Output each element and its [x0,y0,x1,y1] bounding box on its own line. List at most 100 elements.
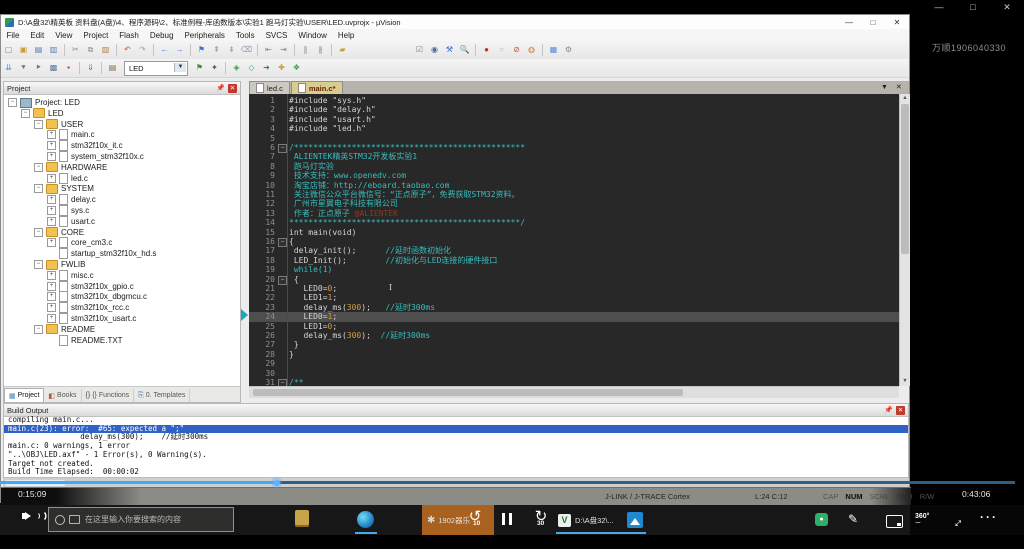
tree-item-stm32f10x-it.c[interactable]: +stm32f10x_it.c [47,140,123,151]
tree-item-user[interactable]: −USER [34,119,83,130]
stop-build-icon[interactable]: ▪ [63,62,75,74]
tree-item-fwlib[interactable]: −FWLIB [34,259,85,270]
tree-item-main.c[interactable]: +main.c [47,129,95,140]
batch-build-icon[interactable]: ▩ [48,62,60,74]
pin-icon[interactable]: 📌 [216,84,225,92]
tree-item-sys.c[interactable]: +sys.c [47,205,89,216]
progress-handle[interactable] [271,477,282,488]
tree-item-core[interactable]: −CORE [34,227,84,238]
new-file-icon[interactable]: ▢ [3,44,15,56]
manage-rte-icon[interactable]: ◈ [231,62,243,74]
expand-icon[interactable]: + [47,152,56,161]
expand-icon[interactable]: + [47,206,56,215]
taskbar-item-photos[interactable] [627,512,643,528]
tree-item-system-stm32f10x.c[interactable]: +system_stm32f10x.c [47,151,144,162]
tree-item-stm32f10x-rcc.c[interactable]: +stm32f10x_rcc.c [47,302,129,313]
tree-item-core-cm3.c[interactable]: +core_cm3.c [47,237,112,248]
uvision-restore-button[interactable]: □ [861,16,885,29]
tray-chat-icon[interactable]: ● [815,513,828,526]
target-select[interactable]: LED▼ [124,61,188,76]
expand-icon[interactable]: + [47,174,56,183]
menu-window[interactable]: Window [293,31,332,40]
download-icon[interactable]: ⇓ [85,62,97,74]
rewind-10-button[interactable]: ↺ 10 [462,508,488,526]
find-in-files-icon[interactable]: 🔍 [459,44,471,56]
tree-item-stm32f10x-dbgmcu.c[interactable]: +stm32f10x_dbgmcu.c [47,291,147,302]
pin-icon[interactable]: 📌 [884,406,893,414]
collapse-icon[interactable]: − [34,184,43,193]
tree-item-led.c[interactable]: +led.c [47,173,88,184]
rotate-360-button[interactable]: 360°⌣ [915,513,929,525]
copy-icon[interactable]: ⧉ [85,44,97,56]
menu-edit[interactable]: Edit [25,31,50,40]
config-check-icon[interactable]: ☑ [414,44,426,56]
fold-collapse-icon[interactable]: − [278,379,287,386]
unindent-icon[interactable]: ⇤ [263,44,275,56]
redo-icon[interactable]: ↷ [137,44,149,56]
tree-item-system[interactable]: −SYSTEM [34,183,94,194]
menu-flash[interactable]: Flash [114,31,145,40]
tab-list-dropdown-icon[interactable]: ▼ [881,84,888,91]
environment-icon[interactable]: ✚ [276,62,288,74]
tab-close-icon[interactable]: ✕ [896,84,902,91]
build-log-line[interactable]: Build Time Elapsed: 00:00:02 [8,468,139,477]
collapse-icon[interactable]: − [34,260,43,269]
uvision-minimize-button[interactable]: — [837,16,861,29]
debug-start-icon[interactable]: ➜ [261,62,273,74]
collapse-icon[interactable]: − [34,120,43,129]
breakpoint-insert-icon[interactable]: ● [481,44,493,56]
tree-item-readme[interactable]: −README [34,324,95,335]
editor-vscroll-thumb[interactable] [901,104,909,254]
menu-view[interactable]: View [50,31,78,40]
rebuild-icon[interactable]: ⯈ [33,62,45,74]
build-icon[interactable]: ⯆ [18,62,30,74]
navigate-back-icon[interactable]: ← [159,44,171,56]
uncomment-icon[interactable]: ∦ [315,44,327,56]
more-options-button[interactable]: ··· [980,510,998,524]
tree-item-stm32f10x-gpio.c[interactable]: +stm32f10x_gpio.c [47,281,134,292]
panel-tab-functions[interactable]: {}{} Functions [82,389,135,402]
player-maximize-button[interactable]: □ [962,0,984,14]
scroll-up-icon[interactable]: ▲ [900,94,910,103]
expand-icon[interactable]: + [47,314,56,323]
forward-30-button[interactable]: ↻ 30 [528,508,554,526]
screenshot-button[interactable] [886,515,903,528]
indent-icon[interactable]: ⇥ [278,44,290,56]
expand-icon[interactable]: + [47,130,56,139]
panel-tab-templates[interactable]: ⎘0. Templates [134,389,190,402]
chevron-down-icon[interactable]: ▼ [174,63,186,72]
breakpoint-empty-icon[interactable]: ○ [496,44,508,56]
menu-peripherals[interactable]: Peripherals [179,31,230,40]
tree-item-led[interactable]: −LED [21,108,64,119]
options-wrench-icon[interactable]: ⚒ [444,44,456,56]
tree-item-hardware[interactable]: −HARDWARE [34,162,107,173]
bookmark-prev-icon[interactable]: ⇞ [211,44,223,56]
undo-icon[interactable]: ↶ [122,44,134,56]
flag-check-icon[interactable]: ⚑ [194,62,206,74]
save-all-icon[interactable]: ▥ [48,44,60,56]
taskbar-item-notes[interactable] [295,510,309,527]
menu-svcs[interactable]: SVCS [260,31,293,40]
debug-session-icon[interactable]: ◉ [429,44,441,56]
pause-button[interactable] [500,512,514,530]
player-minimize-button[interactable]: — [928,0,950,14]
collapse-icon[interactable]: − [21,109,30,118]
menu-tools[interactable]: Tools [230,31,260,40]
progress-bar-elapsed[interactable] [0,481,277,484]
editor-tab-main-c[interactable]: main.c* [291,81,343,94]
run-person-icon[interactable]: ✦ [209,62,221,74]
splitter-collapse-arrow-icon[interactable] [241,309,248,321]
save-icon[interactable]: ▤ [33,44,45,56]
tree-item-project-led[interactable]: −Project: LED [8,97,80,108]
tree-item-readme.txt[interactable]: −README.TXT [47,335,123,346]
collapse-icon[interactable]: − [34,163,43,172]
expand-icon[interactable]: + [47,271,56,280]
books-green-icon[interactable]: ❖ [291,62,303,74]
taskbar-item-edge[interactable] [357,511,374,528]
window-layout-icon[interactable]: ▦ [548,44,560,56]
expand-icon[interactable]: + [47,195,56,204]
progress-bar-remaining[interactable] [277,481,1015,484]
tree-item-delay.c[interactable]: +delay.c [47,194,96,205]
panel-tab-project[interactable]: ▦Project [4,388,44,402]
paste-icon[interactable]: ▧ [100,44,112,56]
